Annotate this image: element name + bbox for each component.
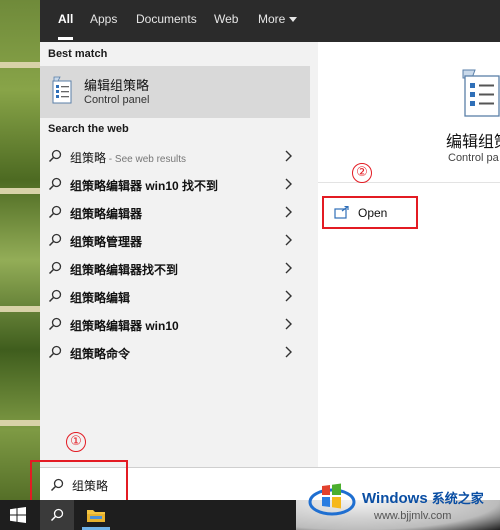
desktop-wallpaper	[0, 0, 40, 500]
web-result-query: 组策略编辑器找不到	[70, 263, 179, 277]
search-icon	[48, 289, 62, 303]
chevron-right-icon[interactable]	[284, 318, 292, 330]
preview-pane: 编辑组策 Control pa Open	[318, 42, 500, 467]
wallpaper-detail	[0, 188, 40, 194]
web-result-item[interactable]: 组策略编辑器 win10	[40, 310, 310, 338]
chevron-down-icon	[289, 17, 298, 22]
search-icon	[48, 177, 62, 191]
chevron-right-icon[interactable]	[284, 178, 292, 190]
tab-more[interactable]: More	[258, 0, 298, 42]
search-icon	[48, 317, 62, 331]
web-result-query: 组策略管理器	[70, 235, 143, 249]
wallpaper-detail	[0, 420, 40, 426]
tab-web[interactable]: Web	[214, 0, 238, 42]
tab-all[interactable]: All	[58, 0, 74, 42]
search-icon	[48, 261, 62, 275]
wallpaper-detail	[0, 306, 40, 312]
wallpaper-detail	[0, 62, 40, 68]
search-icon	[50, 508, 64, 522]
watermark: Windows 系统之家 www.bjjmlv.com	[296, 470, 500, 530]
web-result-item[interactable]: 组策略管理器	[40, 226, 310, 254]
tab-apps[interactable]: Apps	[90, 0, 117, 42]
best-match-title: 编辑组策略	[84, 78, 150, 93]
web-result-query: 组策略编辑	[70, 291, 131, 305]
control-panel-icon	[462, 69, 500, 117]
chevron-right-icon[interactable]	[284, 290, 292, 302]
web-result-query: 组策略	[70, 151, 107, 165]
web-result-suffix: - See web results	[106, 154, 187, 165]
watermark-brand-cn: 系统之家	[431, 491, 484, 506]
taskbar-search-button[interactable]	[40, 500, 74, 530]
web-result-item[interactable]: 组策略编辑器	[40, 198, 310, 226]
web-result-item[interactable]: 组策略 - See web results	[40, 142, 310, 170]
web-result-query: 组策略编辑器 win10	[70, 319, 179, 333]
search-icon	[48, 205, 62, 219]
search-icon	[48, 233, 62, 247]
annotation-box-open	[322, 196, 418, 229]
annotation-number-two: ②	[352, 163, 372, 183]
preview-title: 编辑组策	[446, 134, 500, 151]
chevron-right-icon[interactable]	[284, 346, 292, 358]
search-tab-bar: All Apps Documents Web More	[40, 0, 500, 42]
web-result-item[interactable]: 组策略编辑	[40, 282, 310, 310]
watermark-brand: Windows	[362, 490, 428, 507]
windows-start-icon[interactable]	[10, 507, 26, 523]
chevron-right-icon[interactable]	[284, 262, 292, 274]
search-icon	[48, 345, 62, 359]
chevron-right-icon[interactable]	[284, 206, 292, 218]
divider	[318, 182, 500, 183]
best-match-heading: Best match	[48, 48, 108, 60]
chevron-right-icon[interactable]	[284, 234, 292, 246]
chevron-right-icon[interactable]	[284, 150, 292, 162]
annotation-box-search	[30, 460, 128, 504]
control-panel-icon	[52, 76, 72, 104]
watermark-url: www.bjjmlv.com	[374, 510, 452, 522]
results-pane: Best match 编辑组策略 Control panel Search th…	[40, 42, 310, 467]
search-web-heading: Search the web	[48, 123, 129, 135]
best-match-item[interactable]: 编辑组策略 Control panel	[40, 66, 310, 118]
web-result-item[interactable]: 组策略命令	[40, 338, 310, 366]
annotation-number-one: ①	[66, 432, 86, 452]
windows-logo-icon	[308, 483, 356, 516]
web-result-query: 组策略编辑器 win10 找不到	[70, 179, 219, 193]
web-result-item[interactable]: 组策略编辑器找不到	[40, 254, 310, 282]
web-result-item[interactable]: 组策略编辑器 win10 找不到	[40, 170, 310, 198]
web-result-query: 组策略编辑器	[70, 207, 143, 221]
best-match-subtitle: Control panel	[84, 94, 150, 106]
web-result-query: 组策略命令	[70, 347, 131, 361]
preview-subtitle: Control pa	[448, 152, 499, 164]
file-explorer-icon[interactable]	[86, 506, 106, 524]
tab-documents[interactable]: Documents	[136, 0, 197, 42]
search-icon	[48, 149, 62, 163]
